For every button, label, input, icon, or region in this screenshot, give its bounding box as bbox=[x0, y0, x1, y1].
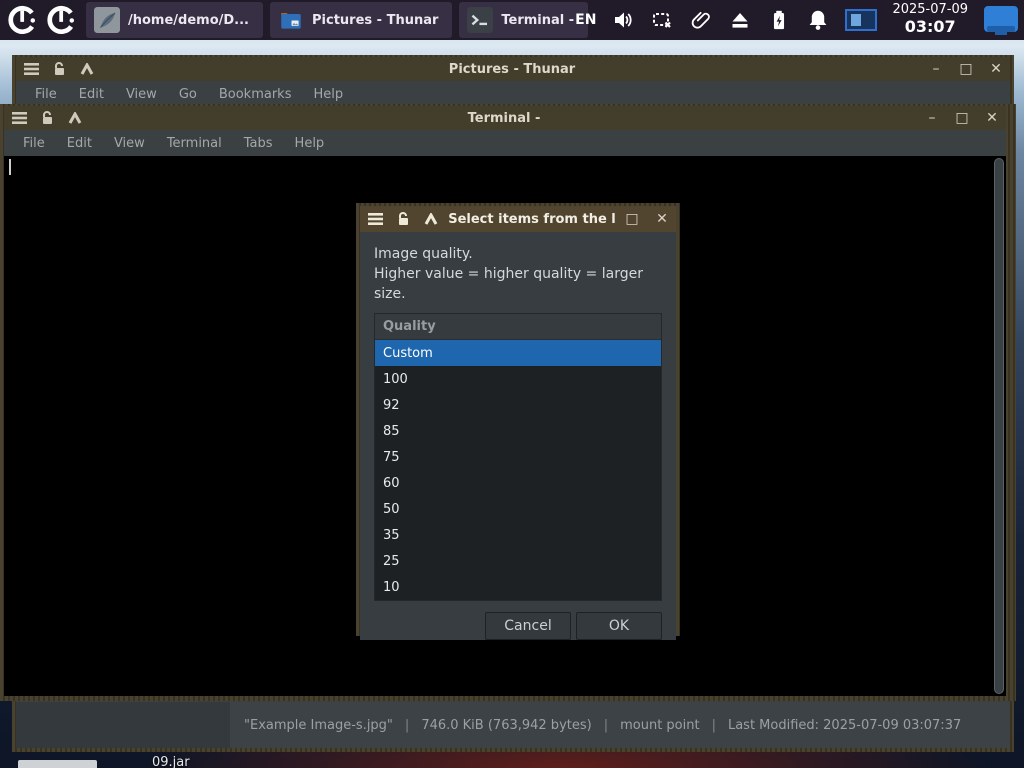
close-button[interactable]: ✕ bbox=[988, 62, 1004, 76]
dialog-title: Select items from the l bbox=[448, 211, 616, 227]
thunar-bottom: "Example Image-s.jpg" | 746.0 KiB (763,9… bbox=[16, 702, 1010, 748]
panel-clock[interactable]: 2025-07-09 03:07 bbox=[892, 2, 968, 37]
close-button[interactable]: ✕ bbox=[984, 111, 1000, 125]
unlock-icon[interactable] bbox=[50, 61, 68, 77]
window-menu-icon[interactable] bbox=[10, 110, 28, 126]
terminal-menubar: File Edit View Terminal Tabs Help bbox=[4, 130, 1006, 156]
thunar-sidebar[interactable] bbox=[16, 702, 230, 748]
menu-help[interactable]: Help bbox=[302, 87, 354, 102]
notifications-icon[interactable] bbox=[806, 8, 830, 32]
terminal-titlebar[interactable]: Terminal - – □ ✕ bbox=[4, 106, 1006, 130]
taskbar-item-label: /home/demo/D... bbox=[128, 12, 249, 28]
workspace-switcher[interactable] bbox=[845, 9, 878, 31]
image-file-icon bbox=[94, 7, 120, 33]
desktop-icon[interactable] bbox=[18, 760, 97, 768]
taskbar: /home/demo/D... Pictures - Thunar Termin… bbox=[86, 2, 589, 38]
up-arrow-icon[interactable] bbox=[422, 211, 440, 227]
thunar-window-title: Pictures - Thunar bbox=[448, 61, 576, 77]
maximize-button[interactable]: □ bbox=[624, 212, 640, 226]
menu-view[interactable]: View bbox=[115, 87, 168, 102]
terminal-window-title: Terminal - bbox=[467, 110, 541, 126]
keyboard-layout-indicator[interactable]: EN bbox=[575, 12, 596, 28]
list-item-100[interactable]: 100 bbox=[375, 366, 661, 392]
ok-button[interactable]: OK bbox=[576, 612, 662, 640]
top-panel: /home/demo/D... Pictures - Thunar Termin… bbox=[0, 0, 1024, 40]
taskbar-item-terminal[interactable]: Terminal - bbox=[459, 2, 589, 38]
system-tray: EN 2025-07-09 03:07 bbox=[575, 0, 1024, 40]
up-arrow-icon[interactable] bbox=[66, 110, 84, 126]
scrollbar-thumb[interactable] bbox=[994, 158, 1004, 694]
status-modified: Last Modified: 2025-07-09 03:07:37 bbox=[727, 717, 962, 733]
unlock-icon[interactable] bbox=[38, 110, 56, 126]
app-logo-icon[interactable] bbox=[44, 3, 78, 37]
folder-pictures-icon bbox=[278, 7, 304, 33]
dialog-titlebar[interactable]: Select items from the l □ ✕ bbox=[360, 206, 676, 232]
list-item-50[interactable]: 50 bbox=[375, 496, 661, 522]
taskbar-item-label: Terminal - bbox=[501, 12, 575, 28]
menu-go[interactable]: Go bbox=[168, 87, 208, 102]
eject-icon[interactable] bbox=[728, 8, 752, 32]
dialog-body: Image quality. Higher value = higher qua… bbox=[360, 232, 676, 640]
minimize-button[interactable]: – bbox=[928, 62, 944, 76]
up-arrow-icon[interactable] bbox=[78, 61, 96, 77]
terminal-cursor bbox=[9, 159, 11, 175]
app-logo-icon[interactable] bbox=[5, 3, 39, 37]
network-offline-icon[interactable] bbox=[650, 8, 674, 32]
quality-list-header[interactable]: Quality bbox=[375, 314, 661, 340]
dialog-message-line1: Image quality. bbox=[374, 246, 473, 262]
menu-tabs[interactable]: Tabs bbox=[233, 136, 284, 151]
list-item-custom[interactable]: Custom bbox=[375, 340, 661, 366]
menu-edit[interactable]: Edit bbox=[68, 87, 115, 102]
status-filesize: 746.0 KiB (763,942 bytes) bbox=[421, 717, 592, 733]
minimize-button[interactable]: – bbox=[924, 111, 940, 125]
menu-bookmarks[interactable]: Bookmarks bbox=[208, 87, 303, 102]
list-item-85[interactable]: 85 bbox=[375, 418, 661, 444]
status-mountpoint: mount point bbox=[620, 717, 700, 733]
list-item-25[interactable]: 25 bbox=[375, 548, 661, 574]
volume-icon[interactable] bbox=[611, 8, 635, 32]
maximize-button[interactable]: □ bbox=[958, 62, 974, 76]
attachment-icon[interactable] bbox=[689, 8, 713, 32]
clock-time: 03:07 bbox=[904, 17, 956, 37]
list-item-35[interactable]: 35 bbox=[375, 522, 661, 548]
thunar-titlebar[interactable]: Pictures - Thunar – □ ✕ bbox=[16, 57, 1010, 81]
list-item-75[interactable]: 75 bbox=[375, 444, 661, 470]
status-filename: "Example Image-s.jpg" bbox=[244, 717, 393, 733]
taskbar-item-label: Pictures - Thunar bbox=[312, 12, 439, 28]
unlock-icon[interactable] bbox=[394, 211, 412, 227]
menu-file[interactable]: File bbox=[24, 87, 68, 102]
display-settings-icon[interactable] bbox=[983, 5, 1019, 35]
close-button[interactable]: ✕ bbox=[654, 212, 670, 226]
list-item-10[interactable]: 10 bbox=[375, 574, 661, 600]
menu-edit[interactable]: Edit bbox=[56, 136, 103, 151]
menu-file[interactable]: File bbox=[12, 136, 56, 151]
list-item-60[interactable]: 60 bbox=[375, 470, 661, 496]
dialog-message-line2: Higher value = higher quality = larger s… bbox=[374, 266, 643, 302]
battery-icon[interactable] bbox=[767, 8, 791, 32]
thunar-statusbar: "Example Image-s.jpg" | 746.0 KiB (763,9… bbox=[230, 702, 1010, 748]
window-menu-icon[interactable] bbox=[366, 211, 384, 227]
desktop: 09.jar Pictures - Thunar – □ ✕ File Edit… bbox=[0, 0, 1024, 768]
list-item-92[interactable]: 92 bbox=[375, 392, 661, 418]
menu-view[interactable]: View bbox=[103, 136, 156, 151]
maximize-button[interactable]: □ bbox=[954, 111, 970, 125]
taskbar-item-thunar[interactable]: Pictures - Thunar bbox=[270, 2, 453, 38]
terminal-icon bbox=[467, 7, 494, 33]
quality-list: Quality Custom 100 92 85 75 60 50 35 25 … bbox=[374, 313, 662, 601]
window-menu-icon[interactable] bbox=[22, 61, 40, 77]
menu-help[interactable]: Help bbox=[284, 136, 336, 151]
select-items-dialog: Select items from the l □ ✕ Image qualit… bbox=[356, 203, 680, 640]
menu-terminal[interactable]: Terminal bbox=[156, 136, 233, 151]
desktop-icon-label[interactable]: 09.jar bbox=[152, 755, 190, 768]
terminal-scrollbar[interactable] bbox=[993, 158, 1005, 694]
clock-date: 2025-07-09 bbox=[892, 2, 968, 18]
taskbar-item-image[interactable]: /home/demo/D... bbox=[86, 2, 263, 38]
cancel-button[interactable]: Cancel bbox=[485, 612, 571, 640]
